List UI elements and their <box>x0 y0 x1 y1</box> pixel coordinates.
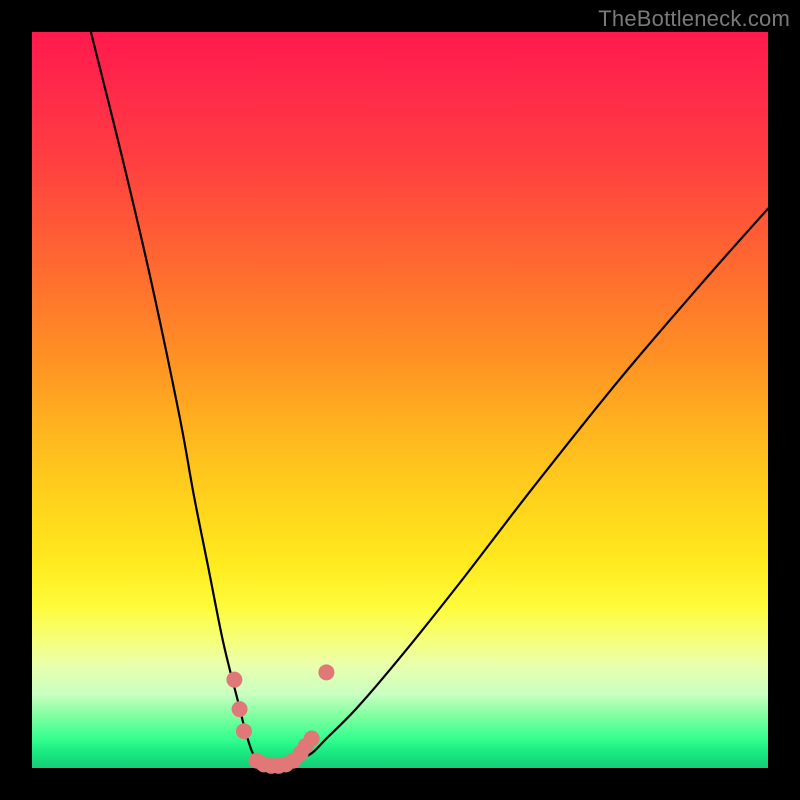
curve-marker <box>318 664 334 680</box>
bottleneck-curve <box>91 32 768 769</box>
curve-marker <box>232 701 248 717</box>
curve-marker <box>304 731 320 747</box>
curve-marker <box>236 723 252 739</box>
overlay-svg <box>32 32 768 768</box>
plot-area <box>32 32 768 768</box>
watermark-text: TheBottleneck.com <box>598 6 790 32</box>
chart-frame: TheBottleneck.com <box>0 0 800 800</box>
curve-marker <box>226 672 242 688</box>
